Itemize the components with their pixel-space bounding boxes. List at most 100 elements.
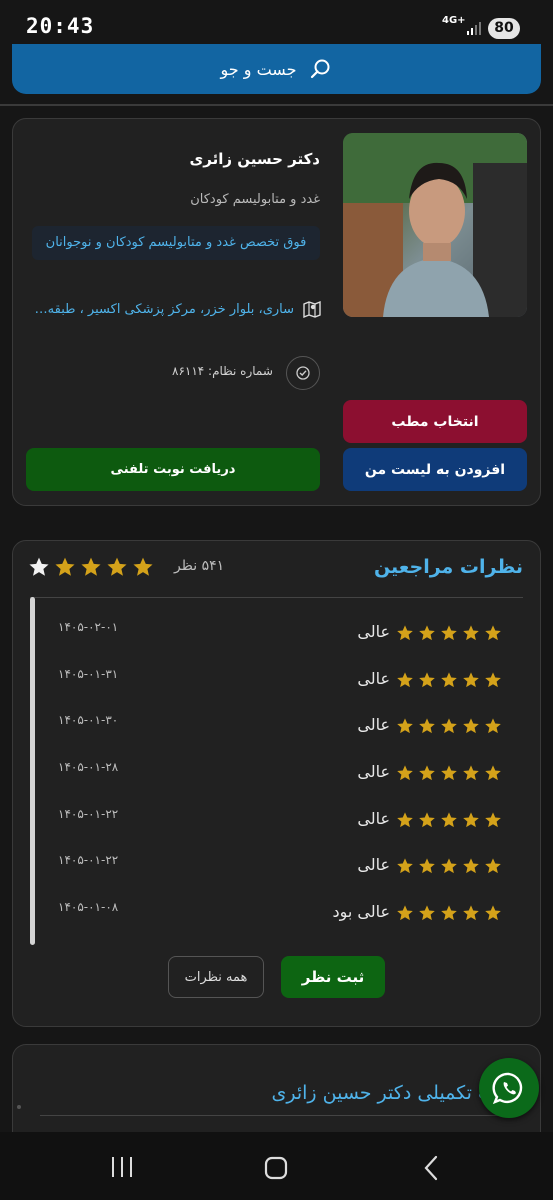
star-filled-icon — [485, 765, 501, 781]
review-label: عالی — [357, 762, 390, 781]
review-date: ۱۴۰۵-۰۱-۳۱ — [58, 667, 119, 681]
registration-number: شماره نظام: ۸۶۱۱۴ — [172, 364, 273, 378]
review-date: ۱۴۰۵-۰۱-۲۲ — [58, 853, 119, 867]
star-filled-icon — [485, 858, 501, 874]
review-stars — [396, 624, 502, 642]
star-filled-icon — [397, 625, 413, 641]
review-item[interactable]: عالی ۱۴۰۵-۰۱-۲۸ — [44, 760, 502, 790]
review-date: ۱۴۰۵-۰۱-۲۸ — [58, 760, 119, 774]
phone-booking-button[interactable]: دریافت نوبت تلفنی — [26, 448, 320, 491]
review-date: ۱۴۰۵-۰۱-۲۲ — [58, 807, 119, 821]
review-stars — [396, 764, 502, 782]
star-filled-icon — [397, 858, 413, 874]
add-to-list-button[interactable]: افزودن به لیست من — [343, 448, 527, 491]
battery-indicator: 80 — [488, 18, 520, 39]
review-item[interactable]: عالی ۱۴۰۵-۰۱-۲۲ — [44, 853, 502, 883]
whatsapp-icon — [492, 1072, 523, 1105]
star-filled-icon — [419, 625, 435, 641]
star-filled-icon — [441, 765, 457, 781]
status-time: 20:43 — [26, 14, 95, 38]
star-filled-icon — [485, 672, 501, 688]
reviews-divider — [30, 597, 523, 598]
verification-icon — [286, 356, 320, 390]
review-stars — [396, 811, 502, 829]
review-item[interactable]: عالی ۱۴۰۵-۰۱-۳۱ — [44, 667, 502, 697]
review-label: عالی — [357, 809, 390, 828]
star-filled-icon — [485, 718, 501, 734]
review-stars — [396, 671, 502, 689]
star-filled-icon — [55, 557, 75, 576]
star-filled-icon — [463, 718, 479, 734]
star-filled-icon — [397, 905, 413, 921]
network-indicator: 4G+ — [442, 15, 466, 26]
search-icon — [311, 59, 330, 79]
submit-review-button[interactable]: ثبت نظر — [281, 956, 385, 998]
star-filled-icon — [419, 812, 435, 828]
doctor-portrait-image — [343, 133, 527, 317]
star-filled-icon — [81, 557, 101, 576]
review-label: عالی — [357, 855, 390, 874]
review-label: عالی — [357, 669, 390, 688]
star-filled-icon — [419, 858, 435, 874]
review-item[interactable]: عالی بود ۱۴۰۵-۰۱-۰۸ — [44, 900, 502, 930]
home-icon[interactable] — [263, 1155, 289, 1181]
star-filled-icon — [419, 905, 435, 921]
address-text: ساری، بلوار خزر، مرکز پزشکی اکسیر ، طبقه… — [32, 301, 294, 317]
review-date: ۱۴۰۵-۰۲-۰۱ — [58, 620, 119, 634]
star-filled-icon — [441, 858, 457, 874]
star-filled-icon — [485, 812, 501, 828]
review-item[interactable]: عالی ۱۴۰۵-۰۱-۲۲ — [44, 807, 502, 837]
star-filled-icon — [397, 718, 413, 734]
star-filled-icon — [441, 812, 457, 828]
star-filled-icon — [441, 718, 457, 734]
search-label: جست و جو — [220, 59, 297, 79]
select-office-button[interactable]: انتخاب مطب — [343, 400, 527, 443]
star-filled-icon — [463, 905, 479, 921]
star-filled-icon — [463, 858, 479, 874]
star-filled-icon — [107, 557, 127, 576]
star-filled-icon — [397, 672, 413, 688]
review-label: عالی — [357, 715, 390, 734]
review-stars — [396, 717, 502, 735]
star-filled-icon — [133, 557, 153, 576]
star-filled-icon — [419, 718, 435, 734]
signal-icon — [467, 22, 481, 35]
star-filled-icon — [485, 625, 501, 641]
review-date: ۱۴۰۵-۰۱-۳۰ — [58, 713, 119, 727]
header-divider — [0, 104, 553, 106]
recents-icon[interactable] — [110, 1155, 134, 1179]
star-filled-icon — [463, 625, 479, 641]
star-filled-icon — [463, 812, 479, 828]
info-title: عات تکمیلی دکتر حسین زائری — [271, 1082, 513, 1104]
doctor-photo — [343, 133, 527, 317]
info-divider — [40, 1115, 516, 1116]
star-filled-icon — [441, 672, 457, 688]
star-filled-icon — [419, 765, 435, 781]
review-date: ۱۴۰۵-۰۱-۰۸ — [58, 900, 119, 914]
review-item[interactable]: عالی ۱۴۰۵-۰۱-۳۰ — [44, 713, 502, 743]
map-icon — [303, 300, 321, 319]
address-link[interactable]: ساری، بلوار خزر، مرکز پزشکی اکسیر ، طبقه… — [24, 296, 322, 322]
review-item[interactable]: عالی ۱۴۰۵-۰۲-۰۱ — [44, 620, 502, 650]
star-filled-icon — [419, 672, 435, 688]
all-reviews-button[interactable]: همه نظرات — [168, 956, 264, 998]
star-filled-icon — [397, 765, 413, 781]
average-rating — [28, 556, 154, 578]
whatsapp-button[interactable] — [479, 1058, 539, 1118]
back-icon[interactable] — [422, 1155, 442, 1181]
star-empty-icon — [29, 557, 49, 576]
reviews-scrollbar[interactable] — [30, 597, 35, 945]
doctor-name: دکتر حسین زائری — [189, 150, 320, 168]
reviews-title: نظرات مراجعین — [373, 556, 523, 578]
subspecialty-badge: فوق تخصص غدد و متابولیسم کودکان و نوجوان… — [32, 226, 320, 260]
star-filled-icon — [485, 905, 501, 921]
reviews-count: ۵۴۱ نظر — [174, 558, 225, 574]
search-bar[interactable]: جست و جو — [12, 44, 541, 94]
review-label: عالی — [357, 622, 390, 641]
star-filled-icon — [441, 905, 457, 921]
review-stars — [396, 904, 502, 922]
star-filled-icon — [441, 625, 457, 641]
doctor-specialty: غدد و متابولیسم کودکان — [190, 192, 320, 207]
review-label: عالی بود — [332, 902, 390, 921]
info-bullet — [17, 1105, 21, 1109]
